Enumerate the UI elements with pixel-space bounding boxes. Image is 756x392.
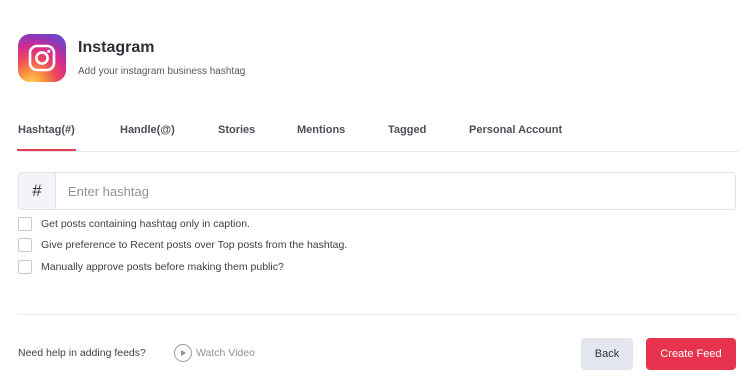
hashtag-input[interactable] [56, 173, 735, 209]
tab-handle[interactable]: Handle(@) [120, 124, 175, 136]
tab-personal-account[interactable]: Personal Account [469, 124, 562, 136]
help-text: Need help in adding feeds? [18, 347, 146, 359]
hash-prefix: # [19, 173, 56, 209]
watch-video-link[interactable]: Watch Video [174, 344, 255, 362]
create-feed-button[interactable]: Create Feed [646, 338, 736, 370]
back-button[interactable]: Back [581, 338, 633, 370]
option-prefer-recent[interactable]: Give preference to Recent posts over Top… [18, 238, 347, 252]
page-subtitle: Add your instagram business hashtag [78, 66, 246, 77]
tab-stories[interactable]: Stories [218, 124, 255, 136]
tab-tagged[interactable]: Tagged [388, 124, 426, 136]
tab-bar: Hashtag(#) Handle(@) Stories Mentions Ta… [17, 118, 738, 152]
play-icon [174, 344, 192, 362]
page-title: Instagram [78, 39, 155, 56]
caption-only-checkbox[interactable] [18, 217, 32, 231]
create-feed-panel: Instagram Add your instagram business ha… [0, 0, 756, 392]
option-label: Manually approve posts before making the… [41, 261, 284, 273]
tab-mentions[interactable]: Mentions [297, 124, 345, 136]
option-label: Get posts containing hashtag only in cap… [41, 218, 250, 230]
hashtag-field: # [18, 172, 736, 210]
camera-glyph-icon [28, 44, 56, 72]
instagram-logo-icon [18, 34, 66, 82]
option-manual-approve[interactable]: Manually approve posts before making the… [18, 260, 284, 274]
option-label: Give preference to Recent posts over Top… [41, 239, 348, 251]
manual-approve-checkbox[interactable] [18, 260, 32, 274]
footer-divider [18, 314, 738, 315]
prefer-recent-checkbox[interactable] [18, 238, 32, 252]
tab-hashtag[interactable]: Hashtag(#) [17, 124, 76, 151]
watch-video-label: Watch Video [196, 347, 255, 359]
option-caption-only[interactable]: Get posts containing hashtag only in cap… [18, 217, 250, 231]
